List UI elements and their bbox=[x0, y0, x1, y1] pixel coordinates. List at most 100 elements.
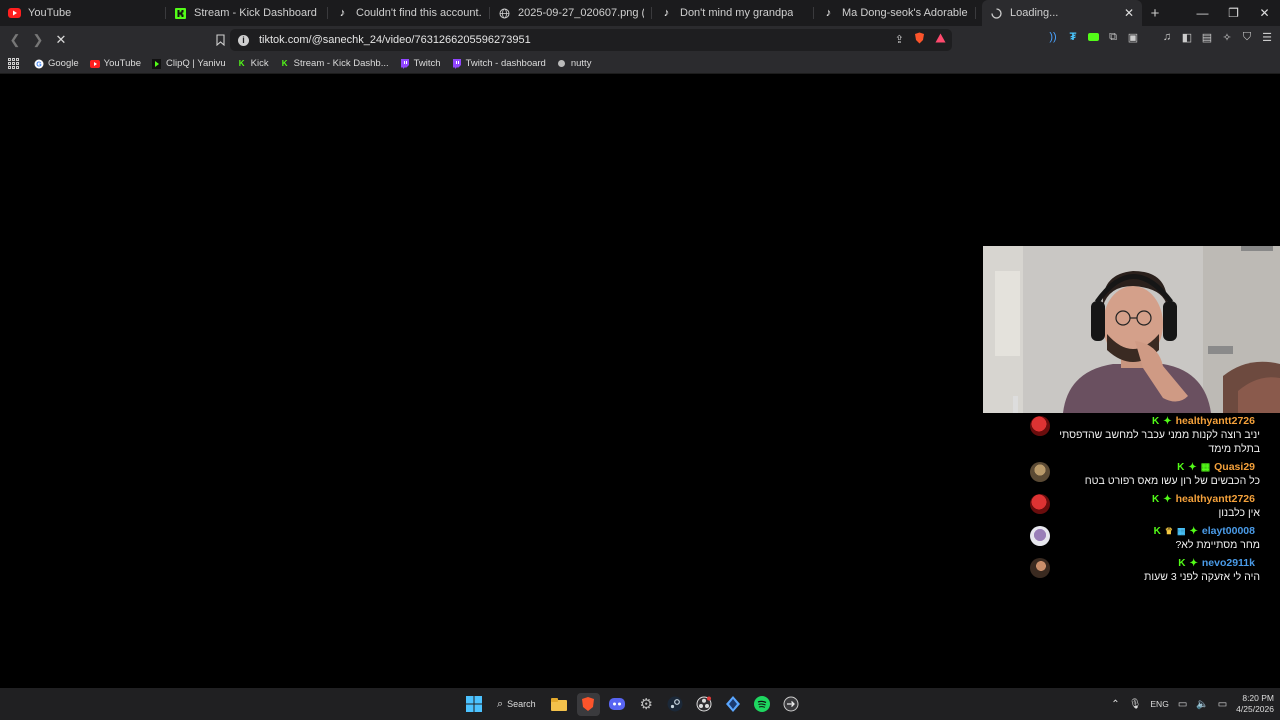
clock-date: 4/25/2026 bbox=[1236, 704, 1274, 714]
settings-gear-icon[interactable]: ⚙ bbox=[635, 693, 658, 716]
chat-username: healthyantt2726 bbox=[1175, 493, 1255, 505]
stop-loading-icon[interactable]: ✕ bbox=[51, 30, 71, 50]
avatar bbox=[1030, 416, 1050, 436]
clock[interactable]: 8:20 PM 4/25/2026 bbox=[1236, 693, 1274, 715]
close-window-icon[interactable]: ✕ bbox=[1249, 0, 1280, 26]
vpn-shield-icon[interactable]: ⛉ bbox=[1240, 30, 1254, 44]
new-tab-button[interactable]: + bbox=[1142, 5, 1168, 22]
google-icon: G bbox=[34, 59, 44, 69]
brave-browser-icon[interactable] bbox=[576, 692, 600, 716]
chat-username: elayt00008 bbox=[1201, 525, 1255, 537]
tab-tiktok-madongseok[interactable]: ♪ Ma Dong-seok's Adorable Hello bbox=[814, 0, 976, 26]
chat-text: מחר מסתיימת לא? bbox=[1175, 539, 1260, 551]
show-hidden-icons-icon[interactable]: ⌃ bbox=[1111, 699, 1119, 710]
restore-icon[interactable]: ❐ bbox=[1218, 0, 1249, 26]
bookmark-kick[interactable]: K Kick bbox=[237, 58, 269, 69]
system-tray: ⌃ 🎙 ENG ▭ 🔈 ▭ 8:20 PM 4/25/2026 bbox=[1111, 688, 1274, 720]
sidebar-icon[interactable]: ◧ bbox=[1180, 30, 1194, 44]
subscriber-badge-icon: ✦ bbox=[1163, 415, 1172, 427]
bookmark-twitch[interactable]: Twitch bbox=[400, 58, 441, 69]
taskbar-apps: ⌕ Search ⚙ bbox=[462, 692, 803, 716]
apps-grid-icon[interactable] bbox=[8, 57, 20, 70]
gift-badge-icon: ▦ bbox=[1176, 525, 1186, 536]
tab-title: Don't mind my grandpa bbox=[680, 7, 794, 19]
wallet-icon[interactable]: ▤ bbox=[1200, 30, 1214, 44]
avatar bbox=[1030, 462, 1050, 482]
brave-rewards-icon[interactable] bbox=[935, 33, 946, 46]
obs-icon[interactable] bbox=[693, 693, 716, 716]
gift-badge-icon: ▦ bbox=[1200, 461, 1211, 473]
tab-tiktok-grandpa[interactable]: ♪ Don't mind my grandpa bbox=[652, 0, 814, 26]
bookmark-label: Stream - Kick Dashb... bbox=[293, 58, 389, 69]
kick-badge-icon: K bbox=[1178, 557, 1186, 569]
avatar bbox=[1030, 526, 1050, 546]
bookmark-page-icon[interactable] bbox=[210, 30, 230, 50]
audio-extension-icon[interactable]: )) bbox=[1046, 30, 1060, 44]
chat-message: K ✦ nevo2911k היה לי אזעקה לפני 3 שעות bbox=[1028, 556, 1280, 584]
bookmark-google[interactable]: G Google bbox=[34, 58, 79, 69]
volume-icon[interactable]: 🔈 bbox=[1196, 699, 1208, 710]
bookmark-label: Twitch - dashboard bbox=[465, 58, 546, 69]
url-text: tiktok.com/@sanechk_24/video/76312662055… bbox=[259, 34, 531, 46]
bookmark-nutty[interactable]: nutty bbox=[557, 58, 591, 69]
subscriber-badge-icon: ✦ bbox=[1189, 557, 1198, 569]
chat-username: nevo2911k bbox=[1201, 557, 1255, 569]
tab-title: YouTube bbox=[28, 7, 72, 19]
webcam-image bbox=[983, 246, 1280, 413]
tab-png-image[interactable]: 2025-09-27_020607.png (640×537) bbox=[490, 0, 652, 26]
display-icon[interactable]: ▭ bbox=[1178, 699, 1187, 710]
loading-spinner-icon bbox=[990, 7, 1003, 20]
kick-icon: K bbox=[238, 59, 245, 68]
diamond-app-icon[interactable] bbox=[722, 693, 745, 716]
twitch-icon bbox=[400, 58, 410, 69]
leo-ai-icon[interactable]: ✧ bbox=[1220, 30, 1234, 44]
kick-badge-icon: K bbox=[1177, 461, 1185, 473]
translate-extension-icon[interactable]: ₮ bbox=[1066, 30, 1080, 44]
bookmark-clipq[interactable]: ClipQ | Yanivu bbox=[152, 58, 226, 69]
tab-title: Ma Dong-seok's Adorable Hello bbox=[842, 7, 968, 19]
file-explorer-icon[interactable] bbox=[548, 693, 571, 716]
tab-strip: YouTube Stream - Kick Dashboard ♪ Couldn… bbox=[0, 0, 1280, 26]
chat-text: כל הכבשים של רון עשו מאס רפורט בטח bbox=[1084, 475, 1260, 487]
green-extension-icon[interactable] bbox=[1086, 30, 1100, 44]
battery-icon[interactable]: ▭ bbox=[1218, 699, 1227, 710]
media-icon[interactable]: ♫ bbox=[1160, 30, 1174, 44]
spotify-icon[interactable] bbox=[751, 693, 774, 716]
microphone-icon[interactable]: 🎙 bbox=[1129, 699, 1142, 710]
bookmark-label: YouTube bbox=[103, 58, 141, 69]
taskbar-search[interactable]: ⌕ Search bbox=[491, 693, 542, 716]
windows-start-icon[interactable] bbox=[462, 693, 485, 716]
close-tab-icon[interactable]: ✕ bbox=[1124, 6, 1134, 20]
address-bar[interactable]: i tiktok.com/@sanechk_24/video/763126620… bbox=[230, 29, 952, 51]
kick-icon bbox=[174, 7, 187, 20]
puzzle-extensions-icon[interactable]: ⧉ bbox=[1106, 30, 1120, 44]
forward-icon[interactable]: ❯ bbox=[28, 30, 48, 50]
bookmark-label: Kick bbox=[250, 58, 269, 69]
streamer-webcam-overlay bbox=[983, 246, 1280, 413]
language-indicator[interactable]: ENG bbox=[1150, 699, 1168, 709]
bookmark-kick-dashboard[interactable]: K Stream - Kick Dashb... bbox=[280, 58, 389, 69]
tab-tiktok-account[interactable]: ♪ Couldn't find this account. Visit TikT… bbox=[328, 0, 490, 26]
discord-icon[interactable] bbox=[606, 693, 629, 716]
chat-text: אין כלבנון bbox=[1218, 507, 1260, 519]
share-icon[interactable]: ⇪ bbox=[895, 33, 904, 46]
tab-kick-dashboard[interactable]: Stream - Kick Dashboard bbox=[166, 0, 328, 26]
menu-icon[interactable]: ☰ bbox=[1260, 30, 1274, 44]
youtube-icon bbox=[8, 7, 21, 20]
tab-loading-active[interactable]: Loading... ✕ bbox=[982, 0, 1142, 26]
steam-icon[interactable] bbox=[664, 693, 687, 716]
back-icon[interactable]: ❮ bbox=[5, 30, 25, 50]
bookmark-twitch-dashboard[interactable]: Twitch - dashboard bbox=[452, 58, 546, 69]
bookmark-youtube[interactable]: YouTube bbox=[89, 58, 141, 69]
arrow-app-icon[interactable] bbox=[780, 693, 803, 716]
tab-youtube[interactable]: YouTube bbox=[0, 0, 166, 26]
screenshot-extension-icon[interactable]: ▣ bbox=[1126, 30, 1140, 44]
subscriber-badge-icon: ✦ bbox=[1163, 493, 1172, 505]
clipq-icon bbox=[152, 58, 162, 69]
chat-header: K ✦ healthyantt2726 bbox=[1055, 492, 1280, 506]
crown-badge-icon: ♛ bbox=[1164, 525, 1173, 536]
extensions-area: )) ₮ ⧉ ▣ ♫ ◧ ▤ ✧ ⛉ ☰ bbox=[1046, 30, 1274, 44]
minimize-icon[interactable]: — bbox=[1187, 0, 1218, 26]
brave-shields-icon[interactable] bbox=[914, 32, 925, 47]
site-info-icon[interactable]: i bbox=[238, 34, 249, 46]
